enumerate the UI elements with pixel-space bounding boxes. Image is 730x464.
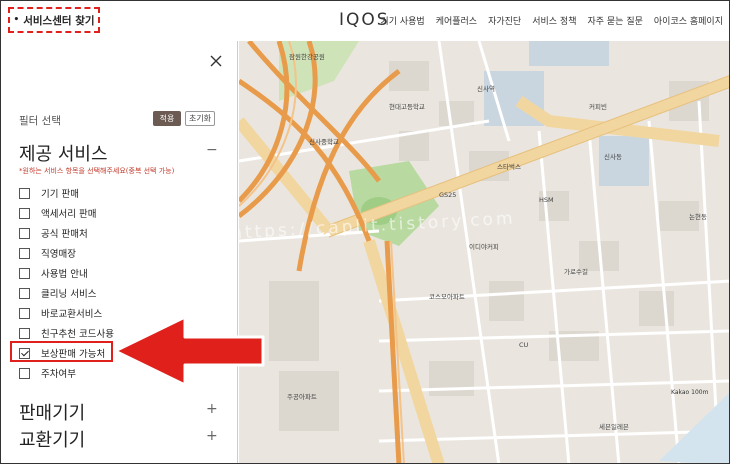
checkbox[interactable] <box>19 187 30 199</box>
checkbox[interactable] <box>19 267 30 279</box>
section-title-devices-sold[interactable]: 판매기기 <box>19 399 85 425</box>
filter-label: 필터 선택 <box>19 115 61 127</box>
map-label: 코스모아파트 <box>429 293 465 301</box>
checkbox[interactable] <box>19 227 30 239</box>
checkbox[interactable] <box>19 207 30 219</box>
expand-icon[interactable]: + <box>206 401 218 417</box>
map-label: 논현동 <box>689 213 707 221</box>
map-label: CU <box>519 341 529 349</box>
option-label: 바로교환서비스 <box>41 309 103 320</box>
store-map[interactable]: 신사역 신사중학교 현대고등학교 잠원한강공원 주공아파트 코스모아파트 가로수… <box>239 41 729 463</box>
option-label: 액세서리 판매 <box>41 209 97 220</box>
filter-header: 필터 선택 적용 초기화 <box>19 111 219 127</box>
map-label: GS25 <box>439 191 457 199</box>
map-label: 이디야커피 <box>469 243 499 251</box>
collapse-icon[interactable]: − <box>206 142 218 158</box>
highlight-box <box>10 341 113 362</box>
top-header: • 서비스센터 찾기 IQOS 기기 사용법 케어플러스 자가진단 서비스 정책… <box>1 1 729 41</box>
option-label: 공식 판매처 <box>41 229 88 240</box>
reset-button[interactable]: 초기화 <box>185 111 215 126</box>
map-label: 커피빈 <box>589 103 607 111</box>
store-finder-label: 서비스센터 찾기 <box>23 14 95 27</box>
filter-sidebar: 필터 선택 적용 초기화 제공 서비스 − *원하는 서비스 항목을 선택해주세… <box>1 41 238 463</box>
checkbox[interactable] <box>19 367 30 379</box>
option-label: 주차여부 <box>41 369 76 380</box>
option-device-sale[interactable]: 기기 판매 <box>19 186 199 200</box>
nav-item-careplus[interactable]: 케어플러스 <box>436 14 477 27</box>
top-nav: 기기 사용법 케어플러스 자가진단 서비스 정책 자주 묻는 질문 아이코스 홈… <box>380 14 723 27</box>
helper-text: *원하는 서비스 항목을 선택해주세요(중복 선택 가능) <box>19 167 175 175</box>
option-official-seller[interactable]: 공식 판매처 <box>19 226 199 240</box>
map-label: 스타벅스 <box>497 163 521 171</box>
close-icon[interactable] <box>209 54 223 68</box>
map-label: HSM <box>539 196 554 204</box>
option-label: 친구추천 코드사용 <box>41 329 114 340</box>
option-label: 사용법 안내 <box>41 269 88 280</box>
nav-item-self-diagnosis[interactable]: 자가진단 <box>488 14 521 27</box>
nav-item-service-policy[interactable]: 서비스 정책 <box>532 14 576 27</box>
checkbox[interactable] <box>19 247 30 259</box>
nav-item-homepage[interactable]: 아이코스 홈페이지 <box>654 14 723 27</box>
option-cleaning[interactable]: 클리닝 서비스 <box>19 286 199 300</box>
apply-button[interactable]: 적용 <box>153 111 181 126</box>
map-label: 세븐일레븐 <box>599 423 629 431</box>
option-usage-guide[interactable]: 사용법 안내 <box>19 266 199 280</box>
section-title-exchange-devices[interactable]: 교환기기 <box>19 426 85 452</box>
section-title-services[interactable]: 제공 서비스 <box>19 140 108 166</box>
map-label: 잠원한강공원 <box>289 53 325 61</box>
map-label: 현대고등학교 <box>389 103 425 111</box>
app-frame: • 서비스센터 찾기 IQOS 기기 사용법 케어플러스 자가진단 서비스 정책… <box>0 0 730 464</box>
option-label: 기기 판매 <box>41 189 79 200</box>
checkbox[interactable] <box>19 287 30 299</box>
nav-item-usage[interactable]: 기기 사용법 <box>380 14 424 27</box>
map-label: 신사역 <box>477 85 495 93</box>
checkbox[interactable] <box>19 307 30 319</box>
checkbox[interactable] <box>19 327 30 339</box>
map-label: 가로수길 <box>564 268 588 276</box>
option-label: 클리닝 서비스 <box>41 289 97 300</box>
expand-icon[interactable]: + <box>206 428 218 444</box>
option-accessory-sale[interactable]: 액세서리 판매 <box>19 206 199 220</box>
nav-item-faq[interactable]: 자주 묻는 질문 <box>587 14 642 27</box>
map-label: 신사동 <box>604 153 622 161</box>
option-label: 직영매장 <box>41 249 76 260</box>
store-finder-title[interactable]: • 서비스센터 찾기 <box>8 7 100 33</box>
map-scale: Kakao 100m <box>671 389 709 396</box>
bullet-icon: • <box>13 15 20 25</box>
map-label: 주공아파트 <box>287 393 317 401</box>
map-label: 신사중학교 <box>309 138 339 146</box>
option-direct-store[interactable]: 직영매장 <box>19 246 199 260</box>
red-arrow-icon <box>113 315 265 387</box>
